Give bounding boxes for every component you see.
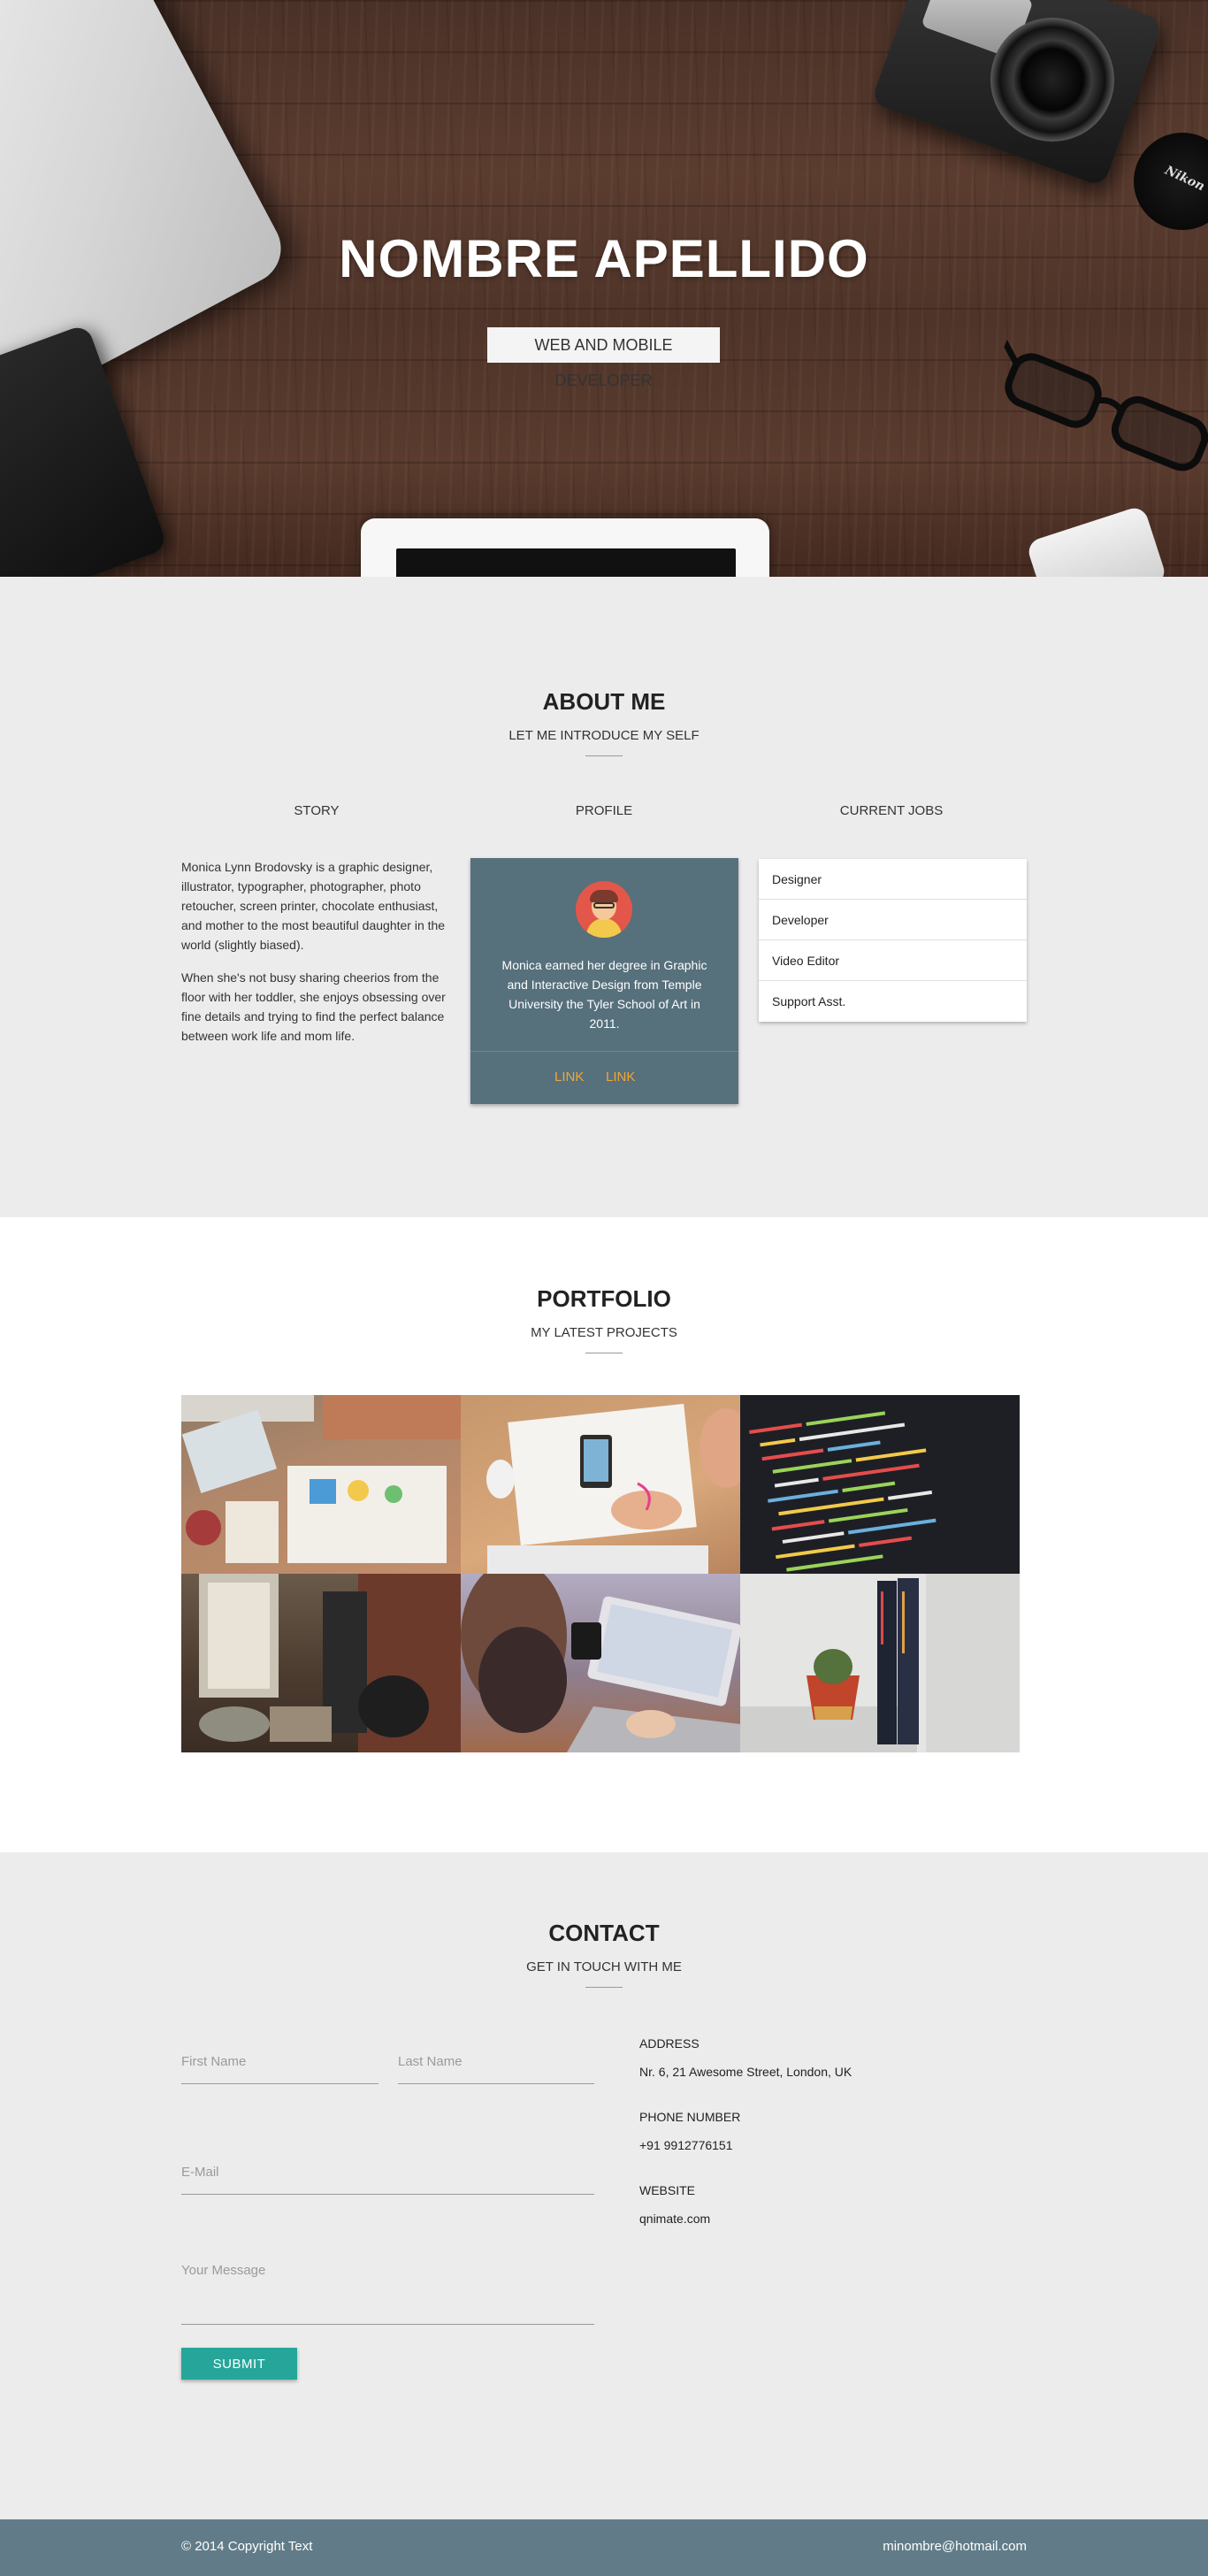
email-field [181,2165,594,2195]
about-title: ABOUT ME [542,688,666,715]
email-input[interactable] [181,2165,594,2180]
hero-subtitle-badge: WEB AND MOBILE DEVELOPER [487,327,720,389]
list-item[interactable]: Designer [759,859,1027,900]
portfolio-item-cactus-books[interactable] [740,1574,1020,1752]
glasses-image [997,332,1208,472]
avatar [576,881,632,938]
contact-title: CONTACT [548,1920,660,1946]
footer-email-link[interactable]: minombre@hotmail.com [883,2539,1027,2554]
copyright-text: © 2014 Copyright Text [181,2539,313,2554]
camera-lens-image [990,18,1114,142]
portfolio-grid [181,1395,1020,1752]
wallet-image [0,323,169,577]
contact-subtitle: GET IN TOUCH WITH ME [526,1959,682,1974]
submit-button[interactable]: SUBMIT [181,2348,297,2380]
profile-link-2[interactable]: LINK [606,1070,635,1085]
profile-heading: PROFILE [575,803,633,818]
website-value[interactable]: qnimate.com [639,2212,710,2226]
portfolio-title: PORTFOLIO [537,1285,671,1312]
phone-image [1025,504,1168,577]
tablet-screen [396,548,736,577]
website-label: WEBSITE [639,2183,696,2197]
message-textarea[interactable] [181,2263,594,2293]
hero-banner: Nikon NOMBRE APELLIDO WEB AND MOBILE DEV… [0,0,1208,577]
first-name-input[interactable] [181,2054,378,2069]
address-label: ADDRESS [639,2036,700,2051]
first-name-field [181,2054,378,2084]
profile-divider [470,1051,738,1052]
list-item[interactable]: Video Editor [759,940,1027,981]
portfolio-section: PORTFOLIO MY LATEST PROJECTS [0,1217,1208,1852]
last-name-field [398,2054,594,2084]
lens-cap-image: Nikon [1134,133,1208,230]
list-item[interactable]: Developer [759,900,1027,940]
about-section: ABOUT ME LET ME INTRODUCE MY SELF STORY … [0,577,1208,1217]
contact-divider [585,1987,623,1988]
portfolio-item-laptop-work[interactable] [461,1574,740,1752]
portfolio-item-code[interactable] [740,1395,1020,1574]
footer: © 2014 Copyright Text minombre@hotmail.c… [0,2519,1208,2576]
portfolio-item-sketching[interactable] [461,1395,740,1574]
story-paragraph: When she's not busy sharing cheerios fro… [181,970,446,1043]
current-jobs-heading: CURRENT JOBS [839,803,944,818]
story-paragraph: Monica Lynn Brodovsky is a graphic desig… [181,860,446,952]
lens-brand-text: Nikon [1162,163,1207,195]
portfolio-item-desk-notebooks[interactable] [181,1395,461,1574]
last-name-input[interactable] [398,2054,594,2069]
story-text: Monica Lynn Brodovsky is a graphic desig… [181,857,452,1046]
profile-link-1[interactable]: LINK [554,1070,584,1085]
story-heading: STORY [294,803,340,818]
hero-title: NOMBRE APELLIDO [339,229,869,288]
list-item[interactable]: Support Asst. [759,981,1027,1022]
contact-section: CONTACT GET IN TOUCH WITH ME SUBMIT ADDR… [0,1852,1208,2519]
about-divider [585,755,623,756]
profile-card: Monica earned her degree in Graphic and … [470,858,738,1104]
portfolio-item-workspace[interactable] [181,1574,461,1752]
phone-label: PHONE NUMBER [639,2110,741,2124]
about-subtitle: LET ME INTRODUCE MY SELF [508,728,700,743]
address-value: Nr. 6, 21 Awesome Street, London, UK [639,2065,852,2079]
message-field [181,2263,594,2325]
current-jobs-list: Designer Developer Video Editor Support … [759,859,1027,1022]
profile-description: Monica earned her degree in Graphic and … [501,958,707,1031]
portfolio-subtitle: MY LATEST PROJECTS [531,1325,677,1340]
phone-value: +91 9912776151 [639,2138,733,2152]
